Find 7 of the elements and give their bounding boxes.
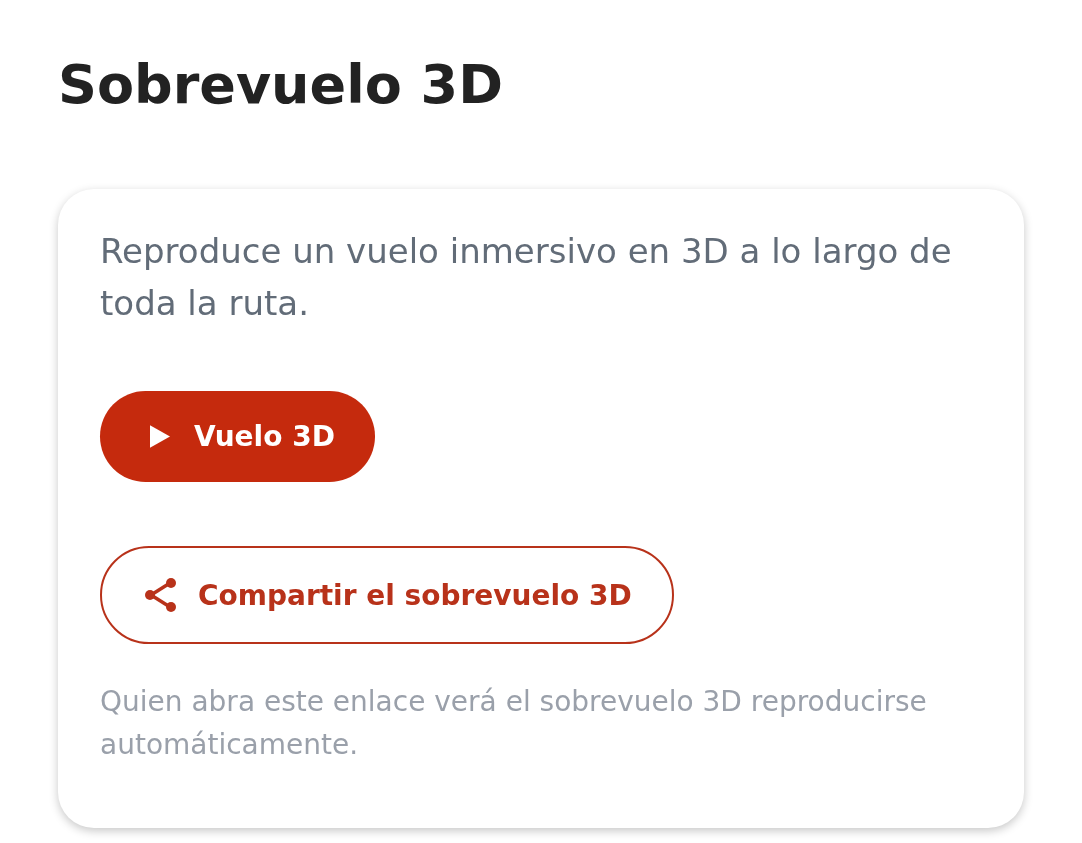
share-icon bbox=[144, 577, 178, 613]
play-flight-button[interactable]: Vuelo 3D bbox=[100, 391, 375, 482]
play-icon bbox=[150, 425, 170, 448]
note-text: Quien abra este enlace verá el sobrevuelo 3D reproducirse automáticamente. bbox=[100, 684, 928, 763]
share-flight-button[interactable]: Compartir el sobrevuelo 3D bbox=[100, 546, 674, 644]
page-title: Sobrevuelo 3D bbox=[58, 52, 503, 118]
description-text: Reproduce un vuelo inmersivo en 3D a lo largo de toda la ruta. bbox=[100, 230, 953, 325]
